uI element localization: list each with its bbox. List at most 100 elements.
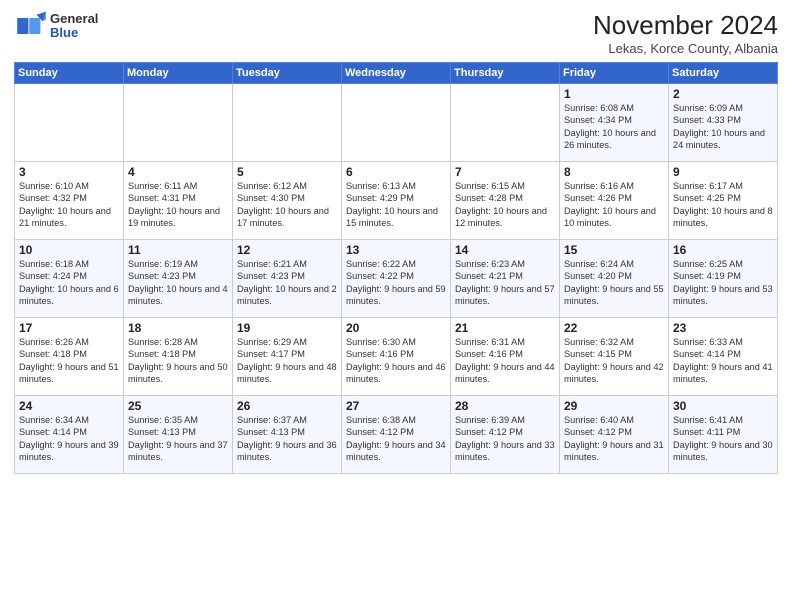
day-cell: 3Sunrise: 6:10 AM Sunset: 4:32 PM Daylig… [15, 162, 124, 240]
day-info: Sunrise: 6:35 AM Sunset: 4:13 PM Dayligh… [128, 414, 228, 464]
day-info: Sunrise: 6:31 AM Sunset: 4:16 PM Dayligh… [455, 336, 555, 386]
col-header-monday: Monday [124, 63, 233, 84]
day-info: Sunrise: 6:33 AM Sunset: 4:14 PM Dayligh… [673, 336, 773, 386]
day-number: 27 [346, 399, 446, 413]
day-number: 21 [455, 321, 555, 335]
col-header-saturday: Saturday [669, 63, 778, 84]
day-cell: 23Sunrise: 6:33 AM Sunset: 4:14 PM Dayli… [669, 318, 778, 396]
week-row-2: 3Sunrise: 6:10 AM Sunset: 4:32 PM Daylig… [15, 162, 778, 240]
day-number: 5 [237, 165, 337, 179]
day-cell: 2Sunrise: 6:09 AM Sunset: 4:33 PM Daylig… [669, 84, 778, 162]
day-number: 6 [346, 165, 446, 179]
day-info: Sunrise: 6:13 AM Sunset: 4:29 PM Dayligh… [346, 180, 446, 230]
logo: General Blue [14, 10, 98, 42]
col-header-thursday: Thursday [451, 63, 560, 84]
day-cell [124, 84, 233, 162]
logo-general: General [50, 12, 98, 26]
logo-blue: Blue [50, 26, 98, 40]
day-number: 14 [455, 243, 555, 257]
day-cell: 30Sunrise: 6:41 AM Sunset: 4:11 PM Dayli… [669, 396, 778, 474]
calendar-header-row: SundayMondayTuesdayWednesdayThursdayFrid… [15, 63, 778, 84]
day-cell: 5Sunrise: 6:12 AM Sunset: 4:30 PM Daylig… [233, 162, 342, 240]
day-cell: 26Sunrise: 6:37 AM Sunset: 4:13 PM Dayli… [233, 396, 342, 474]
day-info: Sunrise: 6:16 AM Sunset: 4:26 PM Dayligh… [564, 180, 664, 230]
day-cell: 21Sunrise: 6:31 AM Sunset: 4:16 PM Dayli… [451, 318, 560, 396]
day-number: 28 [455, 399, 555, 413]
day-number: 4 [128, 165, 228, 179]
day-number: 7 [455, 165, 555, 179]
day-cell: 10Sunrise: 6:18 AM Sunset: 4:24 PM Dayli… [15, 240, 124, 318]
day-info: Sunrise: 6:29 AM Sunset: 4:17 PM Dayligh… [237, 336, 337, 386]
day-number: 16 [673, 243, 773, 257]
day-info: Sunrise: 6:32 AM Sunset: 4:15 PM Dayligh… [564, 336, 664, 386]
location: Lekas, Korce County, Albania [593, 41, 778, 56]
day-cell: 14Sunrise: 6:23 AM Sunset: 4:21 PM Dayli… [451, 240, 560, 318]
day-info: Sunrise: 6:23 AM Sunset: 4:21 PM Dayligh… [455, 258, 555, 308]
day-number: 13 [346, 243, 446, 257]
day-cell: 11Sunrise: 6:19 AM Sunset: 4:23 PM Dayli… [124, 240, 233, 318]
day-info: Sunrise: 6:21 AM Sunset: 4:23 PM Dayligh… [237, 258, 337, 308]
day-info: Sunrise: 6:24 AM Sunset: 4:20 PM Dayligh… [564, 258, 664, 308]
week-row-3: 10Sunrise: 6:18 AM Sunset: 4:24 PM Dayli… [15, 240, 778, 318]
day-cell: 15Sunrise: 6:24 AM Sunset: 4:20 PM Dayli… [560, 240, 669, 318]
day-number: 12 [237, 243, 337, 257]
day-cell: 8Sunrise: 6:16 AM Sunset: 4:26 PM Daylig… [560, 162, 669, 240]
day-cell [451, 84, 560, 162]
day-info: Sunrise: 6:15 AM Sunset: 4:28 PM Dayligh… [455, 180, 555, 230]
day-number: 29 [564, 399, 664, 413]
day-number: 15 [564, 243, 664, 257]
day-info: Sunrise: 6:30 AM Sunset: 4:16 PM Dayligh… [346, 336, 446, 386]
day-info: Sunrise: 6:19 AM Sunset: 4:23 PM Dayligh… [128, 258, 228, 308]
day-number: 11 [128, 243, 228, 257]
day-info: Sunrise: 6:39 AM Sunset: 4:12 PM Dayligh… [455, 414, 555, 464]
day-cell: 25Sunrise: 6:35 AM Sunset: 4:13 PM Dayli… [124, 396, 233, 474]
day-cell: 16Sunrise: 6:25 AM Sunset: 4:19 PM Dayli… [669, 240, 778, 318]
day-info: Sunrise: 6:25 AM Sunset: 4:19 PM Dayligh… [673, 258, 773, 308]
day-info: Sunrise: 6:22 AM Sunset: 4:22 PM Dayligh… [346, 258, 446, 308]
title-block: November 2024 Lekas, Korce County, Alban… [593, 10, 778, 56]
month-title: November 2024 [593, 10, 778, 41]
day-info: Sunrise: 6:41 AM Sunset: 4:11 PM Dayligh… [673, 414, 773, 464]
week-row-5: 24Sunrise: 6:34 AM Sunset: 4:14 PM Dayli… [15, 396, 778, 474]
day-info: Sunrise: 6:08 AM Sunset: 4:34 PM Dayligh… [564, 102, 664, 152]
day-cell: 1Sunrise: 6:08 AM Sunset: 4:34 PM Daylig… [560, 84, 669, 162]
day-info: Sunrise: 6:34 AM Sunset: 4:14 PM Dayligh… [19, 414, 119, 464]
day-cell: 7Sunrise: 6:15 AM Sunset: 4:28 PM Daylig… [451, 162, 560, 240]
day-cell: 20Sunrise: 6:30 AM Sunset: 4:16 PM Dayli… [342, 318, 451, 396]
day-info: Sunrise: 6:10 AM Sunset: 4:32 PM Dayligh… [19, 180, 119, 230]
day-info: Sunrise: 6:17 AM Sunset: 4:25 PM Dayligh… [673, 180, 773, 230]
col-header-friday: Friday [560, 63, 669, 84]
col-header-tuesday: Tuesday [233, 63, 342, 84]
day-number: 30 [673, 399, 773, 413]
day-info: Sunrise: 6:26 AM Sunset: 4:18 PM Dayligh… [19, 336, 119, 386]
day-cell: 9Sunrise: 6:17 AM Sunset: 4:25 PM Daylig… [669, 162, 778, 240]
day-cell: 13Sunrise: 6:22 AM Sunset: 4:22 PM Dayli… [342, 240, 451, 318]
day-number: 19 [237, 321, 337, 335]
day-info: Sunrise: 6:12 AM Sunset: 4:30 PM Dayligh… [237, 180, 337, 230]
week-row-4: 17Sunrise: 6:26 AM Sunset: 4:18 PM Dayli… [15, 318, 778, 396]
day-info: Sunrise: 6:28 AM Sunset: 4:18 PM Dayligh… [128, 336, 228, 386]
day-cell [233, 84, 342, 162]
day-info: Sunrise: 6:09 AM Sunset: 4:33 PM Dayligh… [673, 102, 773, 152]
day-info: Sunrise: 6:18 AM Sunset: 4:24 PM Dayligh… [19, 258, 119, 308]
day-number: 10 [19, 243, 119, 257]
day-cell: 12Sunrise: 6:21 AM Sunset: 4:23 PM Dayli… [233, 240, 342, 318]
day-number: 23 [673, 321, 773, 335]
day-number: 22 [564, 321, 664, 335]
day-cell: 18Sunrise: 6:28 AM Sunset: 4:18 PM Dayli… [124, 318, 233, 396]
calendar-table: SundayMondayTuesdayWednesdayThursdayFrid… [14, 62, 778, 474]
day-number: 2 [673, 87, 773, 101]
day-number: 25 [128, 399, 228, 413]
header: General Blue November 2024 Lekas, Korce … [14, 10, 778, 56]
day-cell: 27Sunrise: 6:38 AM Sunset: 4:12 PM Dayli… [342, 396, 451, 474]
day-number: 26 [237, 399, 337, 413]
day-info: Sunrise: 6:40 AM Sunset: 4:12 PM Dayligh… [564, 414, 664, 464]
day-info: Sunrise: 6:11 AM Sunset: 4:31 PM Dayligh… [128, 180, 228, 230]
week-row-1: 1Sunrise: 6:08 AM Sunset: 4:34 PM Daylig… [15, 84, 778, 162]
day-cell: 19Sunrise: 6:29 AM Sunset: 4:17 PM Dayli… [233, 318, 342, 396]
day-cell [15, 84, 124, 162]
day-number: 1 [564, 87, 664, 101]
day-number: 20 [346, 321, 446, 335]
day-number: 24 [19, 399, 119, 413]
day-number: 8 [564, 165, 664, 179]
